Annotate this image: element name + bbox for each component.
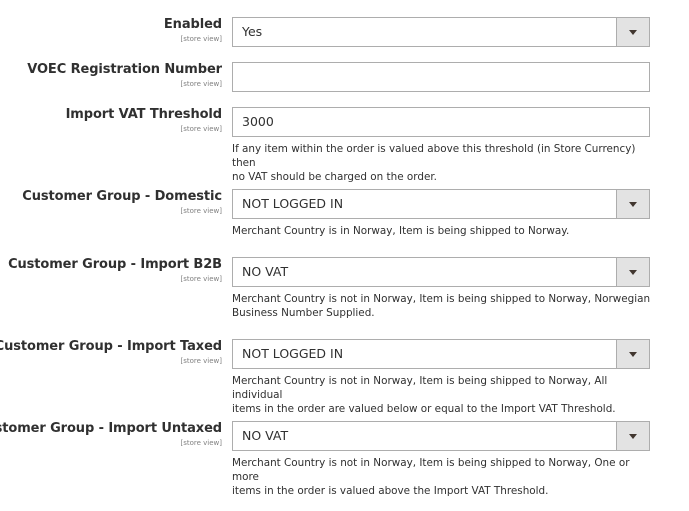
untaxed-select-value: NO VAT xyxy=(242,428,289,443)
untaxed-note-line1: Merchant Country is not in Norway, Item … xyxy=(232,457,630,483)
b2b-scope: [store view] xyxy=(180,275,222,283)
untaxed-scope: [store view] xyxy=(180,439,222,447)
untaxed-label: Customer Group - Import Untaxed xyxy=(0,421,222,436)
domestic-note: Merchant Country is in Norway, Item is b… xyxy=(232,224,652,238)
b2b-select-toggle[interactable] xyxy=(616,258,649,286)
domestic-select-value: NOT LOGGED IN xyxy=(242,196,344,211)
voec-scope: [store view] xyxy=(180,80,222,88)
taxed-select-toggle[interactable] xyxy=(616,340,649,368)
untaxed-note: Merchant Country is not in Norway, Item … xyxy=(232,456,652,498)
untaxed-note-line2: items in the order is valued above the I… xyxy=(232,485,549,497)
b2b-select-value: NO VAT xyxy=(242,264,289,279)
domestic-note-line1: Merchant Country is in Norway, Item is b… xyxy=(232,225,570,237)
enabled-scope: [store view] xyxy=(180,35,222,43)
voec-label: VOEC Registration Number xyxy=(27,62,222,77)
domestic-scope: [store view] xyxy=(180,207,222,215)
b2b-label: Customer Group - Import B2B xyxy=(8,257,222,272)
voec-input[interactable] xyxy=(232,62,650,92)
b2b-note: Merchant Country is not in Norway, Item … xyxy=(232,292,652,320)
threshold-note-line2: no VAT should be charged on the order. xyxy=(232,171,437,183)
domestic-label: Customer Group - Domestic xyxy=(22,189,222,204)
chevron-down-icon xyxy=(629,434,637,439)
threshold-note-line1: If any item within the order is valued a… xyxy=(232,143,636,169)
chevron-down-icon xyxy=(629,352,637,357)
untaxed-select[interactable]: NO VAT xyxy=(232,421,650,451)
enabled-label: Enabled xyxy=(163,17,222,32)
chevron-down-icon xyxy=(629,30,637,35)
enabled-select-value: Yes xyxy=(242,24,263,39)
taxed-select-value: NOT LOGGED IN xyxy=(242,346,344,361)
domestic-select[interactable]: NOT LOGGED IN xyxy=(232,189,650,219)
chevron-down-icon xyxy=(629,270,637,275)
taxed-select[interactable]: NOT LOGGED IN xyxy=(232,339,650,369)
domestic-select-toggle[interactable] xyxy=(616,190,649,218)
enabled-select-toggle[interactable] xyxy=(616,18,649,46)
taxed-label: Customer Group - Import Taxed xyxy=(0,339,222,354)
taxed-note: Merchant Country is not in Norway, Item … xyxy=(232,374,652,416)
threshold-note: If any item within the order is valued a… xyxy=(232,142,652,184)
chevron-down-icon xyxy=(629,202,637,207)
b2b-note-line2: Business Number Supplied. xyxy=(232,307,375,319)
taxed-note-line2: items in the order are valued below or e… xyxy=(232,403,616,415)
b2b-select[interactable]: NO VAT xyxy=(232,257,650,287)
untaxed-select-toggle[interactable] xyxy=(616,422,649,450)
threshold-label: Import VAT Threshold xyxy=(65,107,223,122)
enabled-select[interactable]: Yes xyxy=(232,17,650,47)
b2b-note-line1: Merchant Country is not in Norway, Item … xyxy=(232,293,651,305)
threshold-input-value: 3000 xyxy=(242,114,274,129)
threshold-scope: [store view] xyxy=(180,125,222,133)
taxed-note-line1: Merchant Country is not in Norway, Item … xyxy=(232,375,608,401)
threshold-input[interactable]: 3000 xyxy=(232,107,650,137)
taxed-scope: [store view] xyxy=(180,357,222,365)
